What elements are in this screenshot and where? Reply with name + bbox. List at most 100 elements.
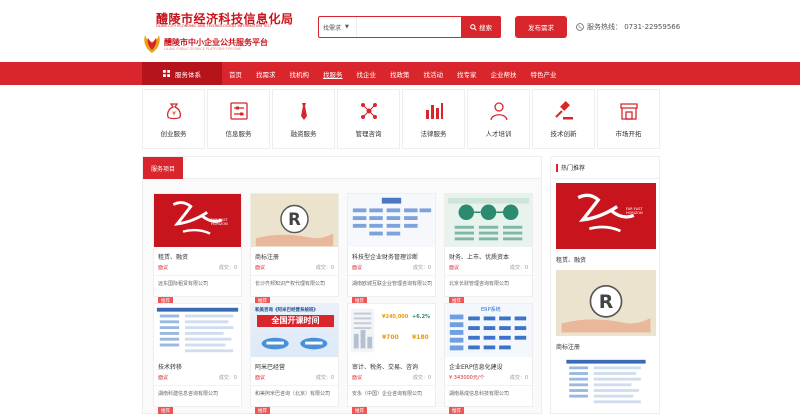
service-card-company[interactable]: 长沙齐邦知识产权代理有限公司 [251, 275, 338, 287]
nav-item[interactable]: 找企业 [350, 69, 384, 79]
nav-item[interactable]: 找政策 [383, 69, 417, 79]
logo-title-en: LILING CITY ECONOMIC AND TECHNOLOGICAL I… [156, 24, 271, 28]
service-card-meta: ¥ 343000元/个 成交：0 [445, 371, 532, 381]
service-card-image[interactable] [445, 194, 532, 247]
search-button[interactable]: 搜索 [461, 16, 501, 38]
service-card[interactable]: 财务、上市、优质资本 面议 成交：0 北京长财管理咨询有限公司 推荐 [444, 193, 533, 305]
nav-item[interactable]: 找活动 [417, 69, 451, 79]
main-nav: 服务体系 首页 找需求 找机构 找服务 找企业 找政策 找活动 找专家 企业帮扶 特色产业 [0, 62, 800, 85]
category-tile[interactable]: ¥ 创业服务 [142, 89, 205, 149]
tie-icon [293, 100, 315, 122]
service-card-meta: 面议 成交：0 [251, 261, 338, 271]
service-card-title[interactable]: 企业ERP信息化建设 [445, 357, 532, 371]
service-card-title[interactable]: 租赁、融资 [154, 247, 241, 261]
service-card[interactable]: 科技型企业财务管理诊断 面议 成交：0 湖南欧城互联企业管理咨询有限公司 推荐 [347, 193, 436, 305]
category-label: 融资服务 [290, 130, 317, 138]
service-card[interactable]: ERP系统 企业ERP信息化建设 ¥ 343000元/个 成交：0 湖南易成信息科技有限… [444, 303, 533, 414]
service-card-deals: 成交：0 [218, 265, 237, 271]
service-card-company[interactable]: 远东国际租赁有限公司 [154, 275, 241, 287]
category-label: 管理咨询 [355, 130, 382, 138]
side-item-image-trademark[interactable]: R [556, 270, 656, 336]
service-card-company[interactable]: 和美阿米巴咨询（北京）有限公司 [251, 385, 338, 397]
service-card[interactable]: R 商标注册 面议 成交：0 长沙齐邦知识产权代理有限公司 推荐 [250, 193, 339, 305]
fareast-logo-text: FAR EAST HORIZON [211, 218, 228, 226]
category-label: 市场开拓 [615, 130, 642, 138]
side-item-image-chart[interactable] [556, 357, 656, 407]
category-tile[interactable]: 管理咨询 [337, 89, 400, 149]
service-card-price: 面议 [352, 265, 363, 271]
site-logo[interactable]: 醴陵市经济科技信息化局 LILING CITY ECONOMIC AND TEC… [142, 10, 293, 53]
service-card-title[interactable]: 技术转移 [154, 357, 241, 371]
service-card-image[interactable]: FAR EAST HORIZON [154, 194, 241, 247]
section-title: 服务项目 [143, 157, 184, 179]
nav-item[interactable]: 找机构 [283, 69, 317, 79]
service-card-image[interactable]: R [251, 194, 338, 247]
service-card-image[interactable]: ERP系统 [445, 304, 532, 357]
service-card-title[interactable]: 阿米巴经营 [251, 357, 338, 371]
service-card-meta: 面议 成交：0 [154, 261, 241, 271]
service-card[interactable]: 技术转移 面议 成交：0 湖南科建信息咨询有限公司 推荐 [153, 303, 242, 414]
side-item-caption[interactable]: 租赁、融资 [551, 253, 659, 266]
service-card-title[interactable]: 审计、税务、交易、咨询 [348, 357, 435, 371]
service-card-title[interactable]: 科技型企业财务管理诊断 [348, 247, 435, 261]
search-icon [470, 23, 477, 31]
category-tile[interactable]: 信息服务 [207, 89, 270, 149]
search-type-select[interactable]: 找需求 ▼ [319, 17, 357, 37]
service-card-title[interactable]: 财务、上市、优质资本 [445, 247, 532, 261]
side-title: 热门推荐 [561, 165, 586, 172]
gavel-icon [553, 100, 575, 122]
audit-figure-2: +6.2% [412, 314, 431, 320]
service-card-price: 面议 [352, 375, 363, 381]
service-card-price: 面议 [255, 265, 266, 271]
side-header: 热门推荐 [551, 157, 659, 179]
service-card-meta: 面议 成交：0 [251, 371, 338, 381]
side-item-caption[interactable]: 商标注册 [551, 340, 659, 353]
search-input[interactable] [357, 17, 461, 37]
category-tile[interactable]: 人才培训 [467, 89, 530, 149]
service-card[interactable]: 和美咨询《阿米巴经营系统班》 全国开课时间 阿米巴经营 面议 成交：0 和美阿米巴咨询（北… [250, 303, 339, 414]
service-system-menu[interactable]: 服务体系 [142, 62, 222, 85]
nav-item[interactable]: 特色产业 [524, 69, 564, 79]
audit-figure-3: ¥700 [382, 334, 399, 341]
service-card-deals: 成交：0 [509, 375, 528, 381]
category-label: 人才培训 [485, 130, 512, 138]
service-card-price: 面议 [255, 375, 266, 381]
service-card-company[interactable]: 湖南科建信息咨询有限公司 [154, 385, 241, 397]
service-card-company[interactable]: 湖南欧城互联企业管理咨询有限公司 [348, 275, 435, 287]
service-categories: ¥ 创业服务 信息服务 融资服务 管理咨询 法律服务 人才培训 技术创新 市场开拓 [142, 89, 660, 149]
service-card-title[interactable]: 商标注册 [251, 247, 338, 261]
hotline-text: 服务热线： 0731-22959566 [587, 23, 681, 31]
service-card-image[interactable] [154, 304, 241, 357]
publish-demand-button[interactable]: 发布需求 [515, 16, 567, 38]
service-card-image[interactable]: 和美咨询《阿米巴经营系统班》 全国开课时间 [251, 304, 338, 357]
category-tile[interactable]: 法律服务 [402, 89, 465, 149]
nav-item[interactable]: 找专家 [450, 69, 484, 79]
nav-item[interactable]: 找需求 [249, 69, 283, 79]
service-card-company[interactable]: 湖南易成信息科技有限公司 [445, 385, 532, 397]
service-card-price: 面议 [449, 265, 460, 271]
search-bar: 找需求 ▼ 搜索 [318, 16, 501, 38]
service-card-image[interactable]: ¥240,000 +6.2% ¥700 ¥180 [348, 304, 435, 357]
phoenix-logo-icon [144, 35, 160, 53]
service-card-company[interactable]: 安永（中国）企业咨询有限公司 [348, 385, 435, 397]
recommend-badge: 推荐 [255, 407, 270, 414]
service-card[interactable]: FAR EAST HORIZON 租赁、融资 面议 成交：0 远东国际租赁有限公司 推荐 [153, 193, 242, 305]
nav-item[interactable]: 首页 [222, 69, 249, 79]
category-tile[interactable]: 融资服务 [272, 89, 335, 149]
service-card[interactable]: ¥240,000 +6.2% ¥700 ¥180 审计、税务、交易、咨询 面议 成交：0 安永… [347, 303, 436, 414]
service-card-meta: 面议 成交：0 [348, 371, 435, 381]
service-card-image[interactable] [348, 194, 435, 247]
logo-subtitle-en: LILING PUBLIC SERVICE PLATFORM FOR SME [164, 47, 242, 51]
category-tile[interactable]: 市场开拓 [597, 89, 660, 149]
search-type-label: 找需求 [323, 24, 342, 32]
category-tile[interactable]: 技术创新 [532, 89, 595, 149]
svg-text:R: R [288, 210, 301, 229]
service-card-company[interactable]: 北京长财管理咨询有限公司 [445, 275, 532, 287]
nav-item[interactable]: 企业帮扶 [484, 69, 524, 79]
service-card-deals: 成交：0 [412, 375, 431, 381]
category-label: 技术创新 [550, 130, 577, 138]
service-card-deals: 成交：0 [412, 265, 431, 271]
side-item-image-fareast[interactable]: FAR EAST HORIZON [556, 183, 656, 249]
nav-item[interactable]: 找服务 [316, 69, 350, 79]
storefront-icon [618, 100, 640, 122]
